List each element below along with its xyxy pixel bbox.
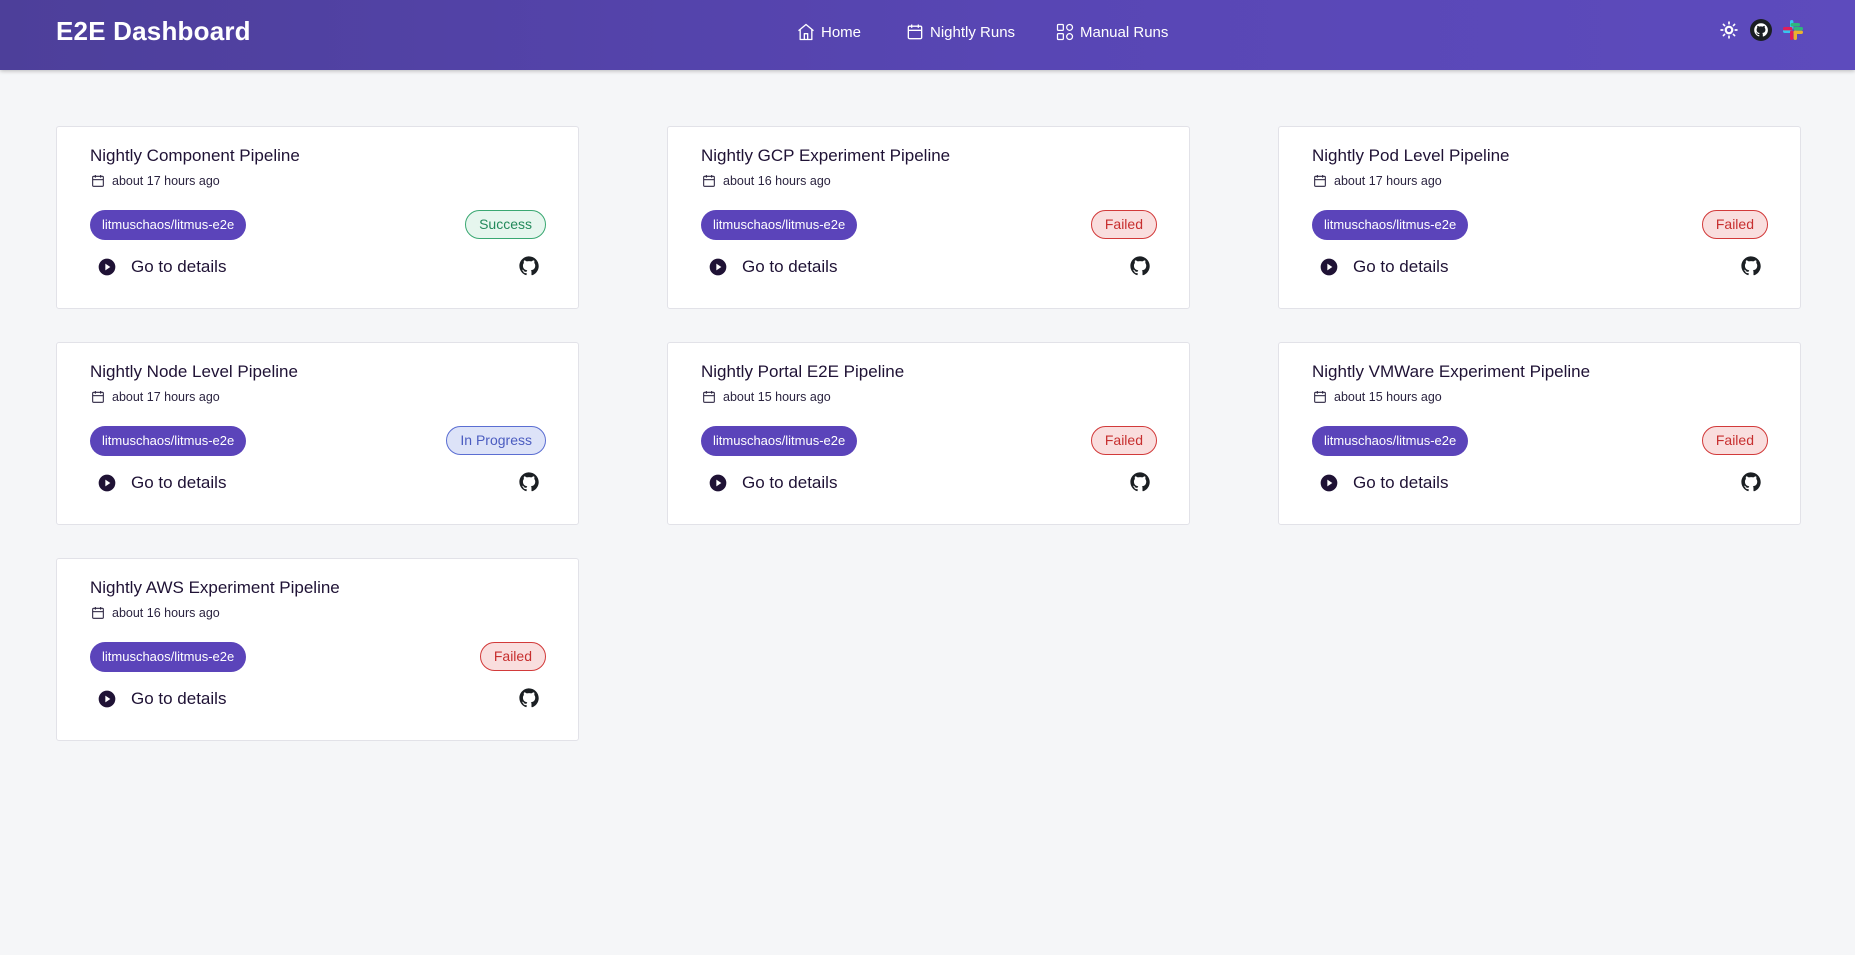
home-icon (798, 23, 814, 41)
status-badge: Failed (479, 642, 546, 671)
go-to-details-button[interactable]: Go to details (708, 473, 837, 493)
github-icon[interactable] (1740, 471, 1762, 493)
theme-toggle-icon[interactable] (1717, 18, 1741, 42)
header-actions (1717, 18, 1805, 42)
calendar-icon (703, 391, 715, 403)
status-badge: Failed (1701, 426, 1768, 455)
pipeline-card: Nightly Pod Level Pipeline about 17 hour… (1278, 126, 1801, 309)
status-badge: Failed (1701, 210, 1768, 239)
github-icon[interactable] (1749, 18, 1773, 42)
calendar-icon (1314, 175, 1326, 187)
repo-badge[interactable]: litmuschaos/litmus-e2e (90, 642, 247, 672)
pipeline-last-run: about 15 hours ago (701, 389, 831, 405)
pipeline-card: Nightly AWS Experiment Pipeline about 16… (56, 558, 579, 741)
pipeline-last-run: about 16 hours ago (701, 173, 831, 189)
pipeline-title[interactable]: Nightly Node Level Pipeline (90, 362, 298, 382)
github-icon[interactable] (518, 471, 540, 493)
pipeline-last-run: about 17 hours ago (90, 173, 220, 189)
pipeline-title[interactable]: Nightly Pod Level Pipeline (1312, 146, 1510, 166)
go-to-details-label: Go to details (131, 689, 227, 708)
go-to-details-label: Go to details (1353, 473, 1449, 492)
go-to-details-button[interactable]: Go to details (708, 257, 837, 277)
go-to-details-button[interactable]: Go to details (1319, 473, 1448, 493)
app-title[interactable]: E2E Dashboard (56, 16, 251, 47)
play-circle-icon (709, 474, 727, 492)
repo-badge[interactable]: litmuschaos/litmus-e2e (90, 426, 247, 456)
go-to-details-label: Go to details (1353, 257, 1449, 276)
go-to-details-button[interactable]: Go to details (1319, 257, 1448, 277)
pipeline-time-text: about 15 hours ago (723, 390, 831, 404)
nav-nightly-runs-label: Nightly Runs (930, 23, 1016, 41)
repo-badge[interactable]: litmuschaos/litmus-e2e (701, 426, 858, 456)
play-circle-icon (1320, 474, 1338, 492)
github-icon[interactable] (1740, 255, 1762, 277)
calendar-icon (703, 175, 715, 187)
grid-icon (1056, 23, 1074, 41)
pipeline-time-text: about 17 hours ago (112, 390, 220, 404)
slack-icon[interactable] (1781, 18, 1805, 42)
repo-badge[interactable]: litmuschaos/litmus-e2e (1312, 210, 1469, 240)
pipeline-card-grid: Nightly Component Pipeline about 17 hour… (56, 126, 1801, 741)
status-badge: Failed (1090, 210, 1157, 239)
nav-home-label: Home (821, 23, 862, 41)
calendar-icon (1314, 391, 1326, 403)
calendar-icon (907, 24, 923, 40)
play-circle-icon (709, 258, 727, 276)
go-to-details-button[interactable]: Go to details (97, 257, 226, 277)
go-to-details-button[interactable]: Go to details (97, 689, 226, 709)
calendar-icon (92, 175, 104, 187)
status-badge: In Progress (446, 426, 546, 455)
repo-badge[interactable]: litmuschaos/litmus-e2e (701, 210, 858, 240)
go-to-details-button[interactable]: Go to details (97, 473, 226, 493)
pipeline-last-run: about 16 hours ago (90, 605, 220, 621)
pipeline-card: Nightly VMWare Experiment Pipeline about… (1278, 342, 1801, 525)
pipeline-last-run: about 15 hours ago (1312, 389, 1442, 405)
pipeline-last-run: about 17 hours ago (90, 389, 220, 405)
status-badge: Failed (1090, 426, 1157, 455)
go-to-details-label: Go to details (131, 473, 227, 492)
go-to-details-label: Go to details (131, 257, 227, 276)
nav-manual-runs-label: Manual Runs (1080, 23, 1169, 41)
nav-nightly-runs[interactable]: Nightly Runs (905, 22, 1015, 42)
pipeline-time-text: about 15 hours ago (1334, 390, 1442, 404)
go-to-details-label: Go to details (742, 257, 838, 276)
pipeline-title[interactable]: Nightly Component Pipeline (90, 146, 300, 166)
github-icon[interactable] (1129, 255, 1151, 277)
pipeline-last-run: about 17 hours ago (1312, 173, 1442, 189)
nav-manual-runs[interactable]: Manual Runs (1055, 22, 1168, 42)
github-icon[interactable] (518, 255, 540, 277)
pipeline-card: Nightly Node Level Pipeline about 17 hou… (56, 342, 579, 525)
repo-badge[interactable]: litmuschaos/litmus-e2e (1312, 426, 1469, 456)
repo-badge[interactable]: litmuschaos/litmus-e2e (90, 210, 247, 240)
pipeline-title[interactable]: Nightly VMWare Experiment Pipeline (1312, 362, 1590, 382)
pipeline-time-text: about 17 hours ago (112, 174, 220, 188)
pipeline-card: Nightly GCP Experiment Pipeline about 16… (667, 126, 1190, 309)
pipeline-time-text: about 16 hours ago (723, 174, 831, 188)
pipeline-title[interactable]: Nightly GCP Experiment Pipeline (701, 146, 950, 166)
play-circle-icon (98, 474, 116, 492)
status-badge: Success (465, 210, 546, 239)
pipeline-title[interactable]: Nightly Portal E2E Pipeline (701, 362, 904, 382)
pipeline-title[interactable]: Nightly AWS Experiment Pipeline (90, 578, 340, 598)
top-header: E2E Dashboard Home Nightly Runs Manual R… (0, 0, 1855, 70)
pipeline-time-text: about 17 hours ago (1334, 174, 1442, 188)
go-to-details-label: Go to details (742, 473, 838, 492)
github-icon[interactable] (518, 687, 540, 709)
pipeline-time-text: about 16 hours ago (112, 606, 220, 620)
play-circle-icon (98, 690, 116, 708)
calendar-icon (92, 607, 104, 619)
calendar-icon (92, 391, 104, 403)
nav-home[interactable]: Home (796, 22, 861, 42)
pipeline-card: Nightly Portal E2E Pipeline about 15 hou… (667, 342, 1190, 525)
pipeline-card: Nightly Component Pipeline about 17 hour… (56, 126, 579, 309)
play-circle-icon (98, 258, 116, 276)
play-circle-icon (1320, 258, 1338, 276)
github-icon[interactable] (1129, 471, 1151, 493)
